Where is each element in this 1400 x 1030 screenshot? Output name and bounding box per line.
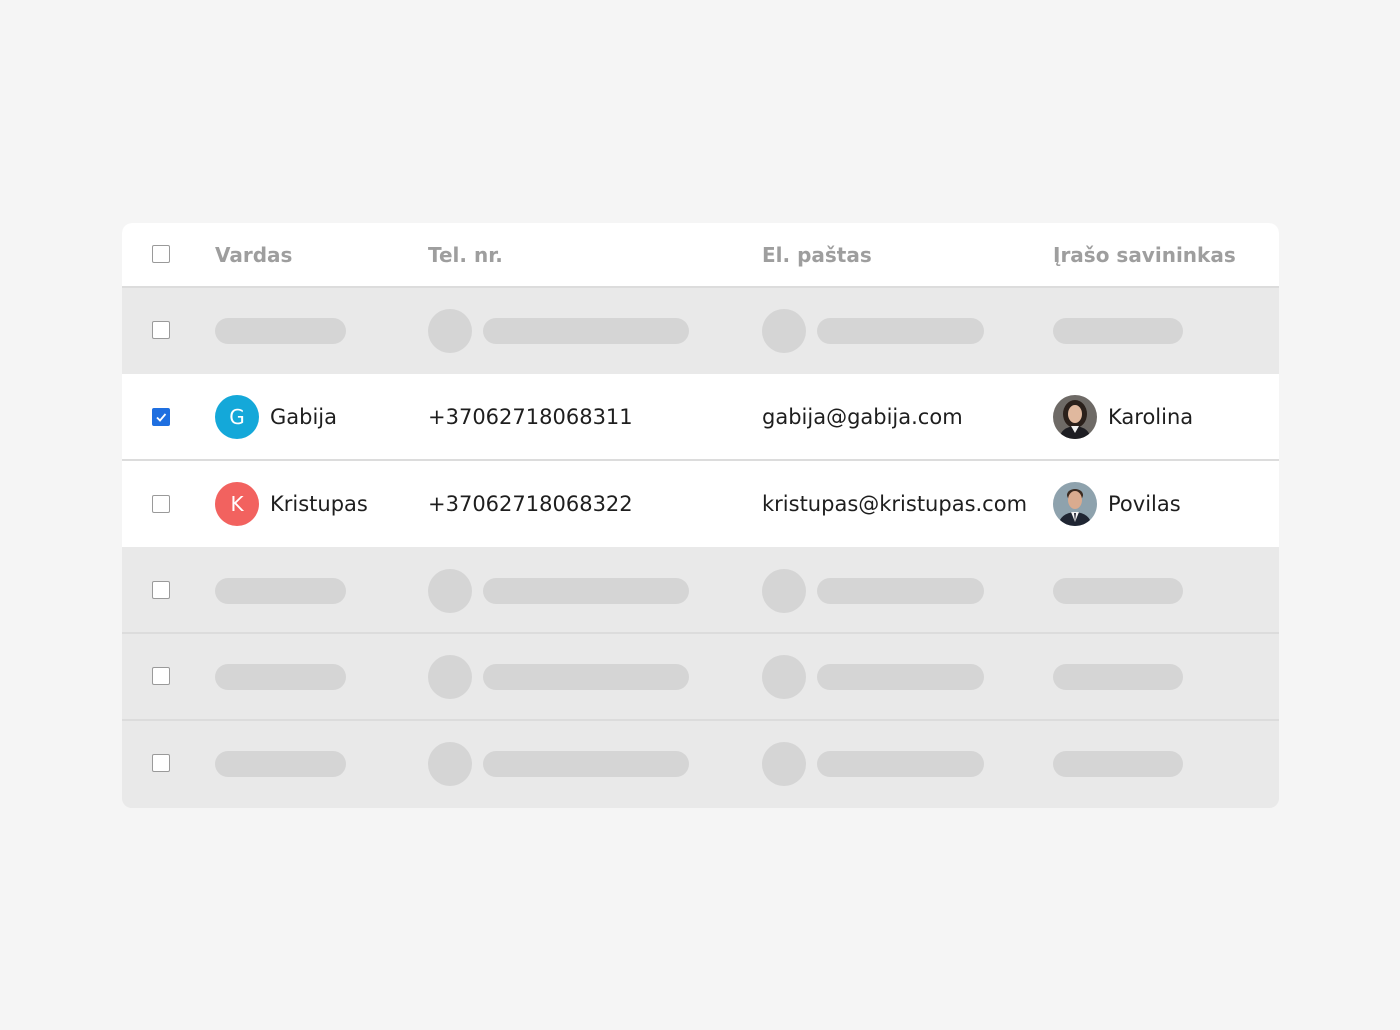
skeleton-row [122,547,1279,632]
skeleton-circle [762,569,806,613]
skeleton-bar [215,664,346,690]
owner-photo-avatar [1053,482,1097,526]
skeleton-row [122,721,1279,808]
skeleton-bar [1053,318,1183,344]
skeleton-circle [428,309,472,353]
skeleton-bar [215,751,346,777]
table-row[interactable]: G Gabija +37062718068311 gabija@gabija.c… [122,374,1279,460]
checkmark-icon [156,413,167,422]
column-header-name[interactable]: Vardas [215,243,292,267]
skeleton-bar [1053,578,1183,604]
skeleton-bar [215,578,346,604]
skeleton-row [122,288,1279,374]
row-checkbox[interactable] [152,581,170,599]
skeleton-circle [762,742,806,786]
owner-name[interactable]: Povilas [1108,492,1181,516]
skeleton-bar [817,664,984,690]
skeleton-circle [428,655,472,699]
select-all-checkbox[interactable] [152,245,170,263]
skeleton-bar [483,751,689,777]
row-checkbox-checked[interactable] [152,408,170,426]
skeleton-bar [215,318,346,344]
skeleton-circle [762,309,806,353]
skeleton-bar [1053,664,1183,690]
contact-phone[interactable]: +37062718068322 [428,492,633,516]
skeleton-circle [428,569,472,613]
row-checkbox[interactable] [152,495,170,513]
column-header-owner[interactable]: Įrašo savininkas [1053,243,1236,267]
table-row[interactable]: K Kristupas +37062718068322 kristupas@kr… [122,461,1279,547]
skeleton-bar [817,578,984,604]
avatar: K [215,482,259,526]
skeleton-bar [483,318,689,344]
skeleton-circle [762,655,806,699]
row-checkbox[interactable] [152,754,170,772]
owner-name[interactable]: Karolina [1108,405,1193,429]
contact-email[interactable]: kristupas@kristupas.com [762,492,1027,516]
skeleton-bar [817,318,984,344]
skeleton-circle [428,742,472,786]
skeleton-bar [483,664,689,690]
contact-phone[interactable]: +37062718068311 [428,405,633,429]
owner-photo-avatar [1053,395,1097,439]
column-header-phone[interactable]: Tel. nr. [428,243,503,267]
contacts-table: Vardas Tel. nr. El. paštas Įrašo savinin… [122,223,1279,808]
contact-email[interactable]: gabija@gabija.com [762,405,963,429]
avatar: G [215,395,259,439]
row-checkbox[interactable] [152,667,170,685]
column-header-email[interactable]: El. paštas [762,243,872,267]
contact-name[interactable]: Gabija [270,405,337,429]
row-checkbox[interactable] [152,321,170,339]
contact-name[interactable]: Kristupas [270,492,368,516]
skeleton-bar [1053,751,1183,777]
skeleton-bar [817,751,984,777]
skeleton-row [122,634,1279,719]
table-header: Vardas Tel. nr. El. paštas Įrašo savinin… [122,223,1279,287]
skeleton-bar [483,578,689,604]
